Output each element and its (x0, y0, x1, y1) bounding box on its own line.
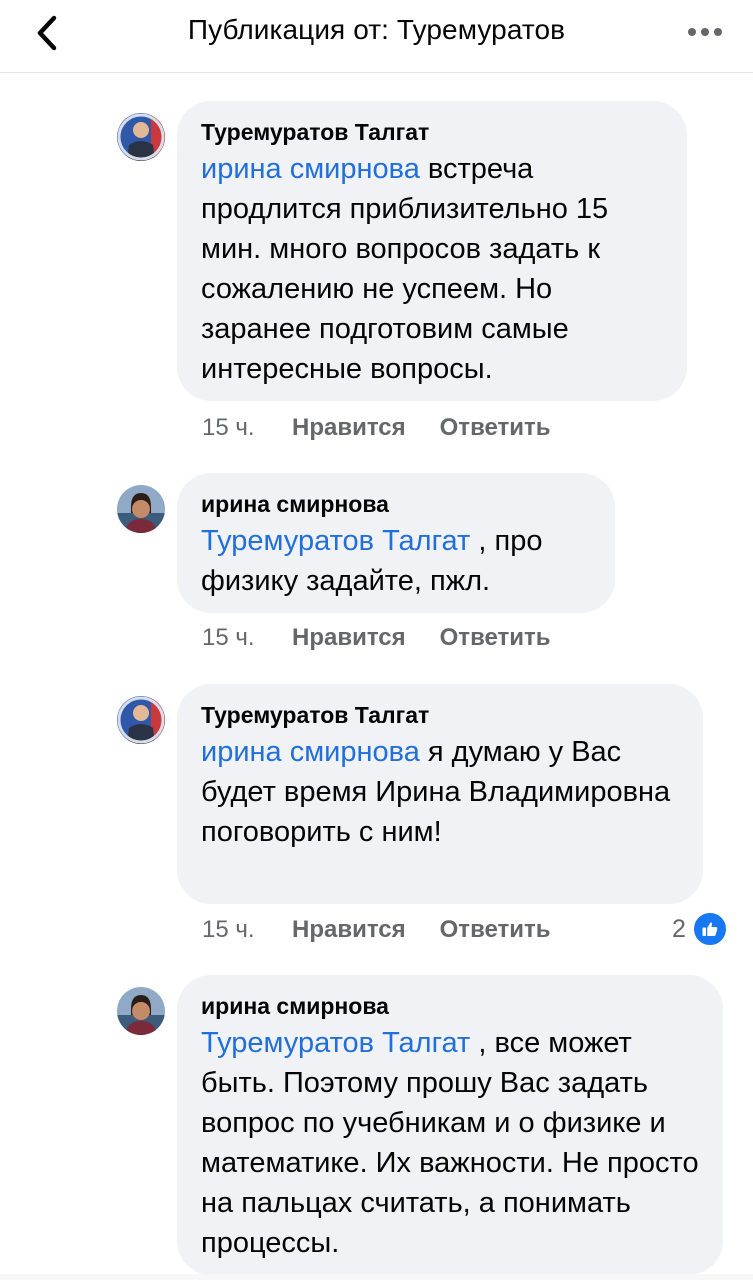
comment-bubble: Туремуратов Талгат ирина смирнова встреч… (177, 101, 687, 401)
avatar[interactable] (117, 113, 165, 161)
comment-time: 15 ч. (202, 624, 255, 651)
more-horizontal-icon (688, 28, 722, 36)
comment-actions: 15 ч. Нравится Ответить (202, 411, 585, 445)
like-button[interactable]: Нравится (292, 414, 406, 442)
comment-author[interactable]: Туремуратов Талгат (201, 117, 663, 147)
comment-bubble: Туремуратов Талгат ирина смирнова я дума… (177, 684, 703, 904)
thumbs-up-icon (691, 911, 728, 947)
avatar[interactable] (117, 987, 165, 1035)
reply-button[interactable]: Ответить (440, 916, 551, 944)
comment-actions: 15 ч. Нравится Ответить (202, 621, 585, 655)
mention-link[interactable]: Туремуратов Талгат (201, 1027, 470, 1059)
bottom-divider (0, 1274, 753, 1280)
comment-time: 15 ч. (202, 414, 255, 441)
reactions-summary[interactable]: 2 (672, 911, 728, 947)
mention-link[interactable]: Туремуратов Талгат (201, 525, 470, 557)
like-button[interactable]: Нравится (292, 916, 406, 944)
reply-button[interactable]: Ответить (440, 414, 551, 442)
comment-actions: 15 ч. Нравится Ответить (202, 913, 585, 947)
comment-bubble: ирина смирнова Туремуратов Талгат , про … (177, 473, 615, 613)
mention-link[interactable]: ирина смирнова (201, 153, 420, 185)
comment-body: , все может быть. Поэтому прошу Вас зада… (201, 1027, 699, 1259)
comment-author[interactable]: ирина смирнова (201, 991, 699, 1021)
avatar[interactable] (117, 485, 165, 533)
avatar[interactable] (117, 696, 165, 744)
mention-link[interactable]: ирина смирнова (201, 736, 420, 768)
page-title: Публикация от: Туремуратов (187, 14, 566, 45)
like-button[interactable]: Нравится (292, 624, 406, 652)
comment-author[interactable]: ирина смирнова (201, 489, 591, 519)
comment-body: встреча продлится приблизительно 15 мин.… (201, 153, 609, 385)
top-bar: Публикация от: Туремуратов (0, 0, 753, 73)
reactions-count: 2 (672, 914, 686, 943)
reply-button[interactable]: Ответить (440, 624, 551, 652)
comment-text: ирина смирнова я думаю у Вас будет время… (201, 732, 679, 852)
comment-author[interactable]: Туремуратов Талгат (201, 700, 679, 730)
more-options-button[interactable] (685, 18, 725, 46)
comment-text: Туремуратов Талгат , про физику задайте,… (201, 521, 591, 601)
comment-time: 15 ч. (202, 916, 255, 943)
comment-text: ирина смирнова встреча продлится приблиз… (201, 149, 663, 389)
comment-text: Туремуратов Талгат , все может быть. Поэ… (201, 1023, 699, 1263)
comment-bubble: ирина смирнова Туремуратов Талгат , все … (177, 975, 723, 1275)
